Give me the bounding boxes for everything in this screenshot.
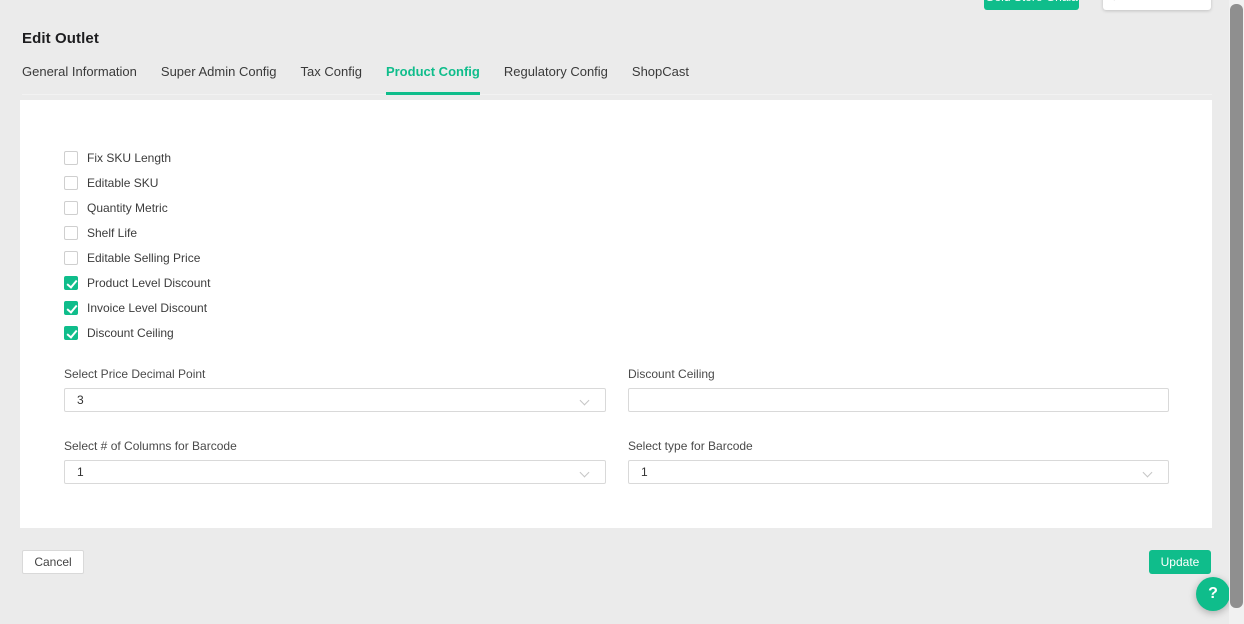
checkbox-icon <box>64 176 78 190</box>
checkbox-invoice-level-discount[interactable]: Invoice Level Discount <box>64 295 210 320</box>
checkbox-label: Invoice Level Discount <box>87 301 207 315</box>
checkbox-discount-ceiling[interactable]: Discount Ceiling <box>64 320 210 345</box>
product-config-panel: Fix SKU Length Editable SKU Quantity Met… <box>20 100 1212 528</box>
help-button[interactable]: ? <box>1196 577 1230 611</box>
price-decimal-select[interactable]: 3 <box>64 388 606 412</box>
page-title: Edit Outlet <box>22 30 99 47</box>
barcode-columns-value: 1 <box>77 465 581 479</box>
scrollbar-track[interactable] <box>1229 0 1244 624</box>
tab-regulatory-config[interactable]: Regulatory Config <box>504 62 608 94</box>
chevron-down-icon <box>1144 468 1152 476</box>
price-decimal-label: Select Price Decimal Point <box>64 367 205 381</box>
checkbox-fix-sku-length[interactable]: Fix SKU Length <box>64 145 210 170</box>
chevron-down-icon <box>581 396 589 404</box>
barcode-type-select[interactable]: 1 <box>628 460 1169 484</box>
checkbox-editable-selling-price[interactable]: Editable Selling Price <box>64 245 210 270</box>
tab-super-admin-config[interactable]: Super Admin Config <box>161 62 277 94</box>
chevron-down-icon <box>581 468 589 476</box>
scrollbar-thumb[interactable] <box>1230 4 1243 608</box>
price-decimal-value: 3 <box>77 393 581 407</box>
checkbox-label: Editable SKU <box>87 176 158 190</box>
checkbox-product-level-discount[interactable]: Product Level Discount <box>64 270 210 295</box>
barcode-columns-label: Select # of Columns for Barcode <box>64 439 237 453</box>
switch-icon: ⇄ <box>1112 0 1121 3</box>
checkbox-icon <box>64 276 78 290</box>
checkbox-icon <box>64 201 78 215</box>
discount-ceiling-input[interactable] <box>629 389 1168 411</box>
tab-tax-config[interactable]: Tax Config <box>301 62 362 94</box>
checkbox-list: Fix SKU Length Editable SKU Quantity Met… <box>64 145 210 345</box>
checkbox-quantity-metric[interactable]: Quantity Metric <box>64 195 210 220</box>
tab-general-information[interactable]: General Information <box>22 62 137 94</box>
barcode-type-value: 1 <box>641 465 1144 479</box>
update-button[interactable]: Update <box>1149 550 1211 574</box>
checkbox-label: Product Level Discount <box>87 276 210 290</box>
checkbox-icon <box>64 151 78 165</box>
tab-product-config[interactable]: Product Config <box>386 62 480 94</box>
checkbox-icon <box>64 301 78 315</box>
barcode-columns-select[interactable]: 1 <box>64 460 606 484</box>
checkbox-label: Quantity Metric <box>87 201 168 215</box>
checkbox-icon <box>64 326 78 340</box>
barcode-type-label: Select type for Barcode <box>628 439 753 453</box>
discount-ceiling-field-wrap <box>628 388 1169 412</box>
discount-ceiling-label: Discount Ceiling <box>628 367 715 381</box>
tab-shopcast[interactable]: ShopCast <box>632 62 689 94</box>
store-name-button[interactable]: Gold Store Ghala <box>984 0 1079 10</box>
checkbox-label: Discount Ceiling <box>87 326 174 340</box>
checkbox-editable-sku[interactable]: Editable SKU <box>64 170 210 195</box>
checkbox-label: Shelf Life <box>87 226 137 240</box>
switch-brands-button[interactable]: ⇄ Switch Brands <box>1103 0 1211 10</box>
checkbox-label: Editable Selling Price <box>87 251 200 265</box>
tab-bar: General Information Super Admin Config T… <box>22 62 1212 95</box>
switch-brands-label: Switch Brands <box>1126 0 1203 3</box>
checkbox-icon <box>64 251 78 265</box>
cancel-button[interactable]: Cancel <box>22 550 84 574</box>
checkbox-shelf-life[interactable]: Shelf Life <box>64 220 210 245</box>
checkbox-icon <box>64 226 78 240</box>
checkbox-label: Fix SKU Length <box>87 151 171 165</box>
